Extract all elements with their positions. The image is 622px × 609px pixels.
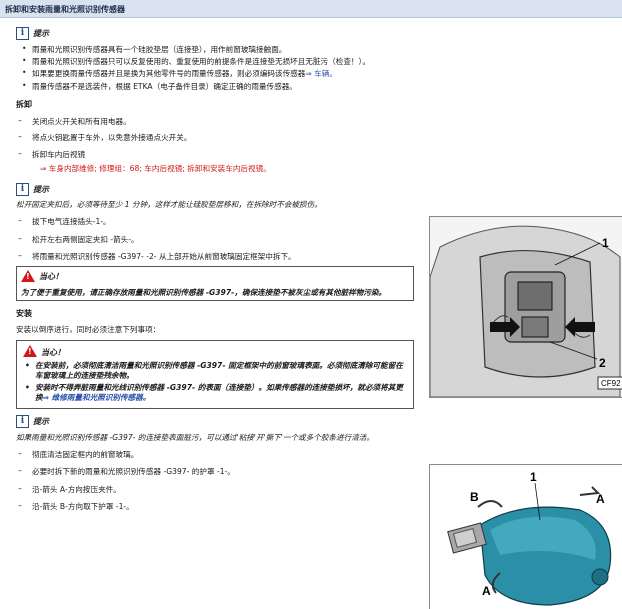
info-icon: i bbox=[16, 415, 29, 428]
caution-item: • 在安装前，必须彻底清洁雨量和光照识别传感器 -G397- 固定框架中的前窗玻璃… bbox=[25, 361, 403, 380]
warning-icon bbox=[21, 270, 35, 282]
rearview-mirror-link[interactable]: ⇒ 车身内部维修; 修理组：68; 车内后视镜; 拆卸和安装车内后视镜。 bbox=[40, 163, 271, 174]
step-item: 关闭点火开关和所有用电器。 bbox=[18, 116, 131, 127]
step-item: 拔下电气连接插头-1-。 bbox=[18, 216, 111, 227]
hint-label: 提示 bbox=[33, 417, 49, 426]
step-item: 将点火钥匙置于车外，以免意外接通点火开关。 bbox=[18, 132, 192, 143]
step-item: 拆卸车内后视镜 bbox=[18, 149, 85, 160]
sensor-removal-figure: 1 2 CF92 bbox=[429, 216, 622, 398]
hint-item: 雨量和光照识别传感器只可以反复使用的、重复使用的前提条件是连接垫无损坏且无脏污（… bbox=[22, 56, 370, 67]
hint-label: 提示 bbox=[33, 185, 49, 194]
caution-box: 当心！ 为了便于重复使用，请正确存放雨量和光照识别传感器 -G397-，确保连接… bbox=[16, 266, 414, 301]
caution-box: 当心！ •在安装前，必须彻底清洁雨量和光照识别传感器 -G397- 固定框架中的… bbox=[16, 340, 414, 409]
page-title: 拆卸和安装雨量和光照识别传感器 bbox=[5, 5, 125, 14]
hint-label: 提示 bbox=[33, 29, 49, 38]
caution-text: 为了便于重复使用，请正确存放雨量和光照识别传感器 -G397-，确保连接垫不被灰… bbox=[21, 288, 387, 297]
figure-callout: 2 bbox=[599, 356, 606, 370]
step-item: 将雨量和光照识别传感器 -G397- -2- 从上部开始从前窗玻璃固定框架中拆下… bbox=[18, 251, 296, 262]
page-title-bar: 拆卸和安装雨量和光照识别传感器 bbox=[0, 0, 622, 18]
hint-item: 雨量和光照识别传感器具有一个硅胶垫层（连接垫），用作前窗玻璃接触面。 bbox=[22, 44, 286, 55]
step-item: 沿-箭头 B-方向取下护罩 -1-。 bbox=[18, 501, 134, 512]
caution-item: • 安装时不得弄脏雨量和光线识别传感器 -G397- 的表面（连接垫）。如果传感器… bbox=[25, 383, 403, 402]
install-text: 安装以倒序进行，同时必须注意下列事项： bbox=[16, 325, 161, 334]
install-heading: 安装 bbox=[16, 309, 32, 318]
info-icon: i bbox=[16, 183, 29, 196]
step-item: 彻底清洁固定框内的前窗玻璃。 bbox=[18, 449, 138, 460]
cover-removal-figure: 1 B A A bbox=[429, 464, 622, 609]
hint-item: 雨量传感器不是选装件，根据 ETKA（电子备件目录）确定正确的雨量传感器。 bbox=[22, 81, 297, 92]
info-icon: i bbox=[16, 27, 29, 40]
caution-label: 当心！ bbox=[39, 272, 63, 281]
figure-code: CF92 bbox=[601, 379, 621, 388]
step-item: 松开左右两侧固定夹扣 -箭头-。 bbox=[18, 234, 139, 245]
repair-sensor-link[interactable]: ⇒ 维修雨量和光照识别传感器。 bbox=[43, 393, 151, 402]
hint-text: 松开固定夹扣后，必须等待至少 1 分钟，这样才能让硅胶垫层移和，在拆除时不会被损… bbox=[16, 200, 322, 209]
figure-callout: 1 bbox=[530, 470, 537, 484]
cover-removal-illustration: 1 B A A bbox=[430, 465, 622, 609]
sensor-removal-illustration: 1 2 CF92 bbox=[430, 217, 622, 397]
warning-icon bbox=[23, 345, 37, 357]
figure-callout: B bbox=[470, 490, 479, 504]
figure-callout: A bbox=[482, 584, 491, 598]
step-item: 必要时拆下新的雨量和光照识别传感器 -G397- 的护罩 -1-。 bbox=[18, 466, 235, 477]
hint-text: 如果雨量和光照识别传感器 -G397- 的连接垫表面脏污，可以通过'粘接'开'撕… bbox=[16, 433, 374, 442]
remove-heading: 拆卸 bbox=[16, 100, 32, 109]
hint-item: 如果要更换雨量传感器并且是换为其他零件号的雨量传感器，则必须编码该传感器⇒ 车辆… bbox=[22, 68, 337, 79]
step-item: 沿-箭头 A-方向按压夹件。 bbox=[18, 484, 121, 495]
figure-callout: A bbox=[596, 492, 605, 506]
caution-label: 当心！ bbox=[41, 348, 65, 357]
figure-callout: 1 bbox=[602, 236, 609, 250]
coding-link[interactable]: ⇒ 车辆。 bbox=[305, 69, 337, 78]
